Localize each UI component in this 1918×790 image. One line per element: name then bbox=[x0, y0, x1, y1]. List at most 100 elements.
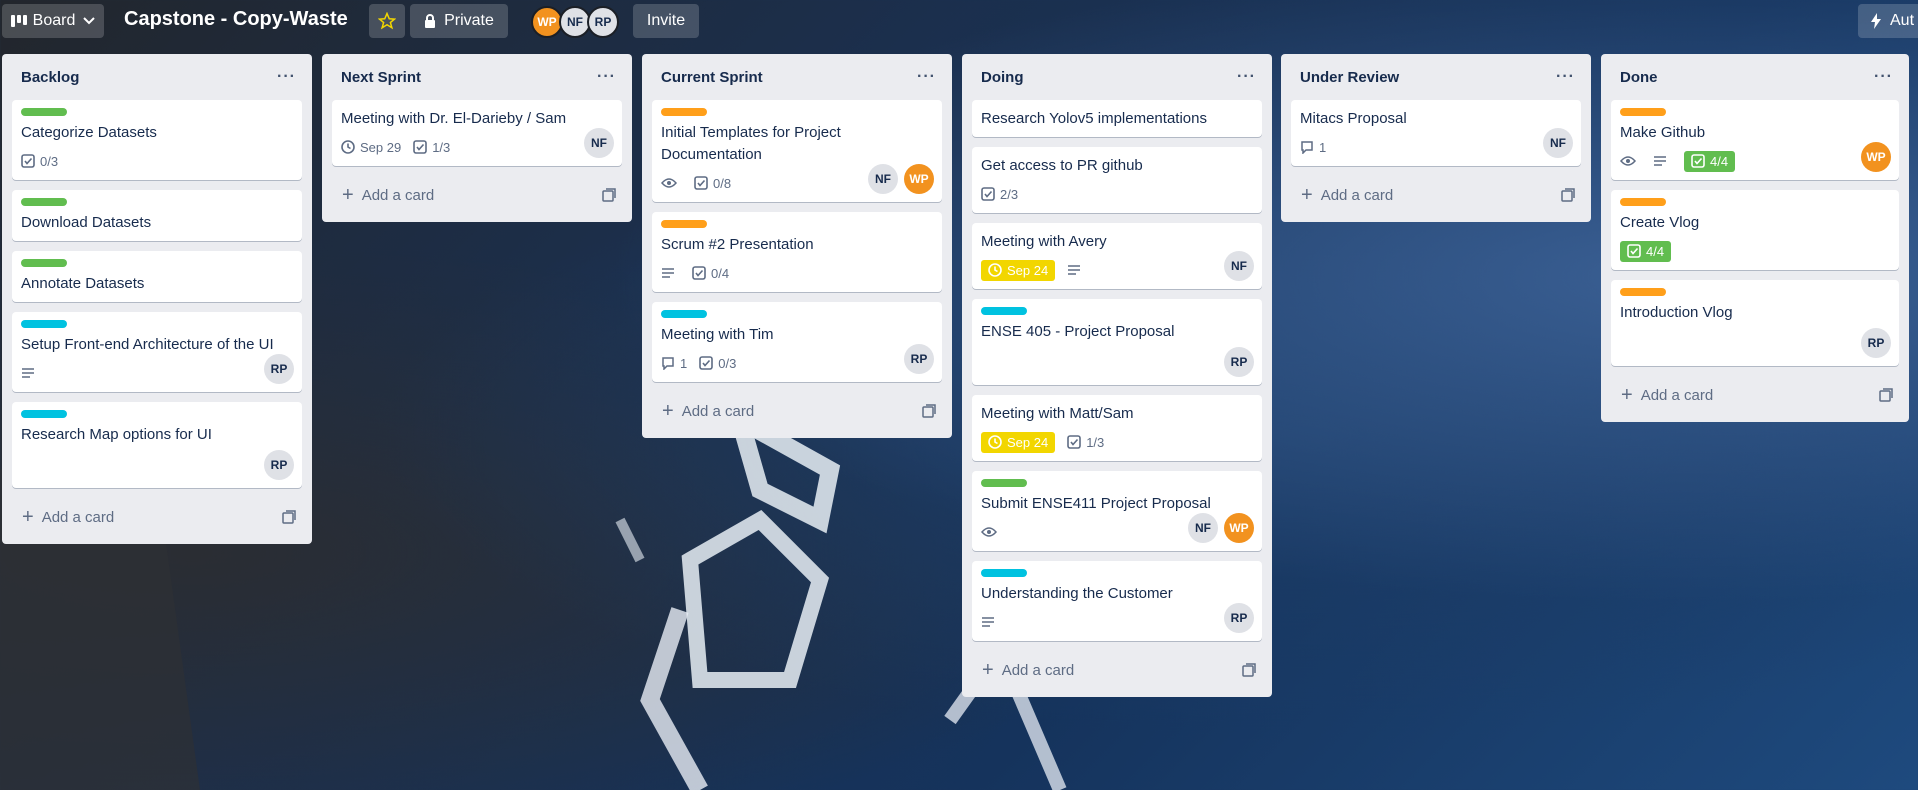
card[interactable]: Categorize Datasets 0/3 bbox=[12, 100, 302, 180]
card-member-avatar[interactable]: RP bbox=[1224, 347, 1254, 377]
checklist-count: 4/4 bbox=[1646, 243, 1665, 259]
label-sky[interactable] bbox=[21, 410, 67, 418]
card-member-avatar[interactable]: RP bbox=[904, 344, 934, 374]
card-member-avatar[interactable]: NF bbox=[1188, 513, 1218, 543]
add-card-label: Add a card bbox=[1001, 661, 1075, 679]
card-title: Meeting with Avery bbox=[981, 233, 1107, 250]
label-sky[interactable] bbox=[981, 569, 1027, 577]
card[interactable]: Mitacs Proposal 1 NF bbox=[1291, 100, 1581, 166]
card[interactable]: Meeting with Matt/Sam Sep 24 1/3 bbox=[972, 395, 1262, 461]
add-card-label: Add a card bbox=[361, 186, 435, 204]
label-sky[interactable] bbox=[21, 320, 67, 328]
list-menu-icon[interactable]: ··· bbox=[1874, 68, 1893, 86]
list-title[interactable]: Current Sprint bbox=[661, 69, 763, 86]
card[interactable]: ENSE 405 - Project Proposal RP bbox=[972, 299, 1262, 385]
card[interactable]: Meeting with Avery Sep 24 NF bbox=[972, 223, 1262, 289]
board-view-switcher[interactable]: Board bbox=[2, 4, 104, 38]
card[interactable]: Scrum #2 Presentation 0/4 bbox=[652, 212, 942, 292]
list-title[interactable]: Done bbox=[1620, 69, 1658, 86]
label-green[interactable] bbox=[21, 198, 67, 206]
invite-label: Invite bbox=[646, 12, 686, 29]
list-title[interactable]: Next Sprint bbox=[341, 69, 421, 86]
label-orange[interactable] bbox=[661, 220, 707, 228]
card[interactable]: Get access to PR github 2/3 bbox=[972, 147, 1262, 213]
card[interactable]: Make Github 4/4 WP bbox=[1611, 100, 1899, 180]
add-card-button[interactable]: + Add a card bbox=[972, 651, 1262, 689]
template-icon[interactable] bbox=[282, 510, 296, 524]
label-sky[interactable] bbox=[981, 307, 1027, 315]
card-member-avatar[interactable]: NF bbox=[584, 128, 614, 158]
member-avatar[interactable]: RP bbox=[587, 6, 619, 38]
card[interactable]: Meeting with Tim 1 0/3 RP bbox=[652, 302, 942, 382]
card-member-avatar[interactable]: NF bbox=[1543, 128, 1573, 158]
card-member-avatar[interactable]: WP bbox=[1224, 513, 1254, 543]
label-orange[interactable] bbox=[661, 108, 707, 116]
label-green[interactable] bbox=[21, 259, 67, 267]
card[interactable]: Submit ENSE411 Project Proposal NF WP bbox=[972, 471, 1262, 551]
card-member-avatar[interactable]: RP bbox=[264, 354, 294, 384]
plus-icon: + bbox=[982, 659, 994, 681]
label-orange[interactable] bbox=[1620, 198, 1666, 206]
comment-icon bbox=[1301, 141, 1313, 154]
due-date-badge: Sep 29 bbox=[341, 140, 401, 155]
list-menu-icon[interactable]: ··· bbox=[917, 68, 936, 86]
list-menu-icon[interactable]: ··· bbox=[1556, 68, 1575, 86]
label-green[interactable] bbox=[981, 479, 1027, 487]
due-date-badge[interactable]: Sep 24 bbox=[981, 431, 1056, 453]
card[interactable]: Meeting with Dr. El-Darieby / Sam Sep 29… bbox=[332, 100, 622, 166]
automation-button[interactable]: Aut bbox=[1858, 4, 1918, 38]
add-card-button[interactable]: + Add a card bbox=[12, 498, 302, 536]
list-title[interactable]: Doing bbox=[981, 69, 1024, 86]
checklist-count: 0/8 bbox=[713, 175, 732, 191]
card-title: Create Vlog bbox=[1620, 214, 1700, 231]
list-menu-icon[interactable]: ··· bbox=[597, 68, 616, 86]
template-icon[interactable] bbox=[1879, 388, 1893, 402]
board-title[interactable]: Capstone - Copy-Waste bbox=[124, 8, 348, 31]
checklist-icon bbox=[1067, 435, 1082, 449]
checklist-icon bbox=[981, 187, 995, 201]
label-orange[interactable] bbox=[1620, 288, 1666, 296]
card-member-avatar[interactable]: RP bbox=[1224, 603, 1254, 633]
template-icon[interactable] bbox=[602, 188, 616, 202]
visibility-button[interactable]: Private bbox=[410, 4, 508, 38]
card[interactable]: Setup Front-end Architecture of the UI R… bbox=[12, 312, 302, 392]
template-icon[interactable] bbox=[922, 404, 936, 418]
card[interactable]: Annotate Datasets bbox=[12, 251, 302, 302]
card-member-avatar[interactable]: WP bbox=[904, 164, 934, 194]
checklist-badge: 0/3 bbox=[699, 356, 736, 371]
add-card-button[interactable]: + Add a card bbox=[652, 392, 942, 430]
due-date-badge[interactable]: Sep 24 bbox=[981, 259, 1056, 281]
plus-icon: + bbox=[1621, 384, 1633, 406]
card-member-avatar[interactable]: NF bbox=[1224, 251, 1254, 281]
card[interactable]: Understanding the Customer RP bbox=[972, 561, 1262, 641]
watching-badge bbox=[1620, 155, 1641, 167]
template-icon[interactable] bbox=[1242, 663, 1256, 677]
card-member-avatar[interactable]: NF bbox=[868, 164, 898, 194]
list-title[interactable]: Backlog bbox=[21, 69, 79, 86]
card[interactable]: Research Map options for UI RP bbox=[12, 402, 302, 488]
template-icon[interactable] bbox=[1561, 188, 1575, 202]
card[interactable]: Introduction Vlog RP bbox=[1611, 280, 1899, 366]
add-card-button[interactable]: + Add a card bbox=[1291, 176, 1581, 214]
label-orange[interactable] bbox=[1620, 108, 1666, 116]
list-menu-icon[interactable]: ··· bbox=[277, 68, 296, 86]
card[interactable]: Research Yolov5 implementations bbox=[972, 100, 1262, 137]
label-green[interactable] bbox=[21, 108, 67, 116]
label-sky[interactable] bbox=[661, 310, 707, 318]
card-member-avatar[interactable]: WP bbox=[1861, 142, 1891, 172]
card-title: Download Datasets bbox=[21, 214, 152, 231]
invite-button[interactable]: Invite bbox=[633, 4, 699, 38]
list-menu-icon[interactable]: ··· bbox=[1237, 68, 1256, 86]
card[interactable]: Download Datasets bbox=[12, 190, 302, 241]
list-title[interactable]: Under Review bbox=[1300, 69, 1399, 86]
star-button[interactable] bbox=[369, 4, 405, 38]
card[interactable]: Create Vlog 4/4 bbox=[1611, 190, 1899, 270]
card-member-avatar[interactable]: RP bbox=[1861, 328, 1891, 358]
add-card-button[interactable]: + Add a card bbox=[332, 176, 622, 214]
description-icon bbox=[1654, 156, 1666, 166]
add-card-button[interactable]: + Add a card bbox=[1611, 376, 1899, 414]
board-header: Board Capstone - Copy-Waste Private WP N… bbox=[0, 0, 1918, 44]
card[interactable]: Initial Templates for Project Documentat… bbox=[652, 100, 942, 202]
description-icon bbox=[22, 368, 34, 378]
card-member-avatar[interactable]: RP bbox=[264, 450, 294, 480]
